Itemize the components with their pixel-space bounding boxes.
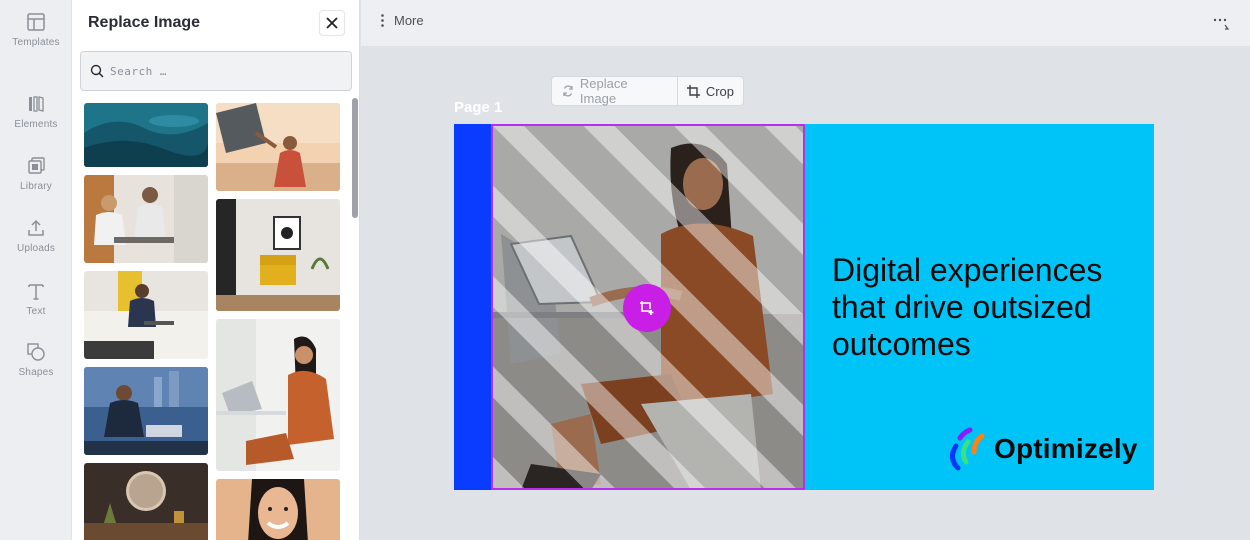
logo-text: Optimizely — [994, 433, 1138, 464]
design-canvas[interactable]: Digital experiences that drive outsized … — [454, 124, 1154, 490]
image-thumbnail-beach-friends[interactable] — [216, 103, 340, 191]
rail-label: Elements — [14, 119, 58, 130]
replace-action-button[interactable] — [623, 284, 671, 332]
more-label: More — [394, 13, 424, 28]
close-button[interactable] — [320, 11, 344, 35]
rail-text[interactable]: Text — [0, 281, 72, 317]
panel-scrollbar[interactable] — [352, 98, 358, 218]
image-thumbnail-water[interactable] — [84, 103, 208, 167]
page-label: Page 1 — [454, 99, 503, 116]
image-thumbnail-woman-laptop[interactable] — [216, 319, 340, 471]
image-thumbnail-yellow-chair[interactable] — [216, 199, 340, 311]
crop-icon — [686, 84, 700, 98]
rail-label: Uploads — [16, 243, 56, 254]
rail-label: Shapes — [18, 367, 54, 378]
crop-label: Crop — [705, 83, 734, 99]
more-vertical-icon — [381, 14, 384, 27]
library-icon — [28, 157, 45, 174]
rail-label: Templates — [12, 37, 60, 48]
rail-uploads[interactable]: Uploads — [0, 218, 72, 254]
image-thumbnail-smiling-woman[interactable] — [216, 479, 340, 540]
search-input[interactable] — [110, 64, 340, 78]
rail-library[interactable]: Library — [0, 156, 72, 192]
replace-image-label: Replace Image — [579, 76, 628, 106]
rail-label: Library — [20, 181, 52, 192]
rail-shapes[interactable]: Shapes — [0, 342, 72, 378]
blue-strip — [454, 124, 492, 490]
rail-label: Text — [26, 306, 46, 317]
optimizely-logo-icon — [950, 427, 985, 471]
image-thumbnail-office-meeting[interactable] — [84, 175, 208, 263]
rail-elements[interactable]: Elements — [0, 94, 72, 130]
options-dots-icon[interactable] — [1213, 16, 1231, 32]
crop-button[interactable]: Crop — [678, 77, 743, 105]
crop-plus-icon — [640, 301, 654, 315]
image-thumbnail-shelf-mirror[interactable] — [84, 463, 208, 540]
image-thumbnail-man-laptop[interactable] — [84, 271, 208, 359]
close-icon — [326, 17, 338, 29]
more-button[interactable]: More — [381, 13, 424, 28]
optimizely-logo: Optimizely — [944, 426, 1138, 472]
replace-image-panel: Replace Image — [72, 0, 360, 540]
left-rail: Templates Elements Library Uploads Text … — [0, 0, 72, 540]
image-thumbnail-couple-city[interactable] — [84, 367, 208, 455]
shapes-icon — [27, 343, 45, 361]
rail-templates[interactable]: Templates — [0, 12, 72, 48]
image-toolbar: Replace Image Crop — [551, 76, 744, 106]
replace-image-button[interactable]: Replace Image — [552, 76, 677, 106]
replace-icon — [563, 85, 573, 97]
headline-text[interactable]: Digital experiences that drive outsized … — [832, 252, 1142, 363]
templates-icon — [27, 13, 45, 31]
panel-title: Replace Image — [88, 14, 201, 31]
search-box — [80, 51, 352, 91]
text-icon — [28, 284, 44, 300]
elements-icon — [29, 96, 44, 112]
upload-icon — [28, 219, 44, 236]
top-toolbar: More — [361, 0, 1250, 46]
search-icon — [90, 64, 104, 78]
